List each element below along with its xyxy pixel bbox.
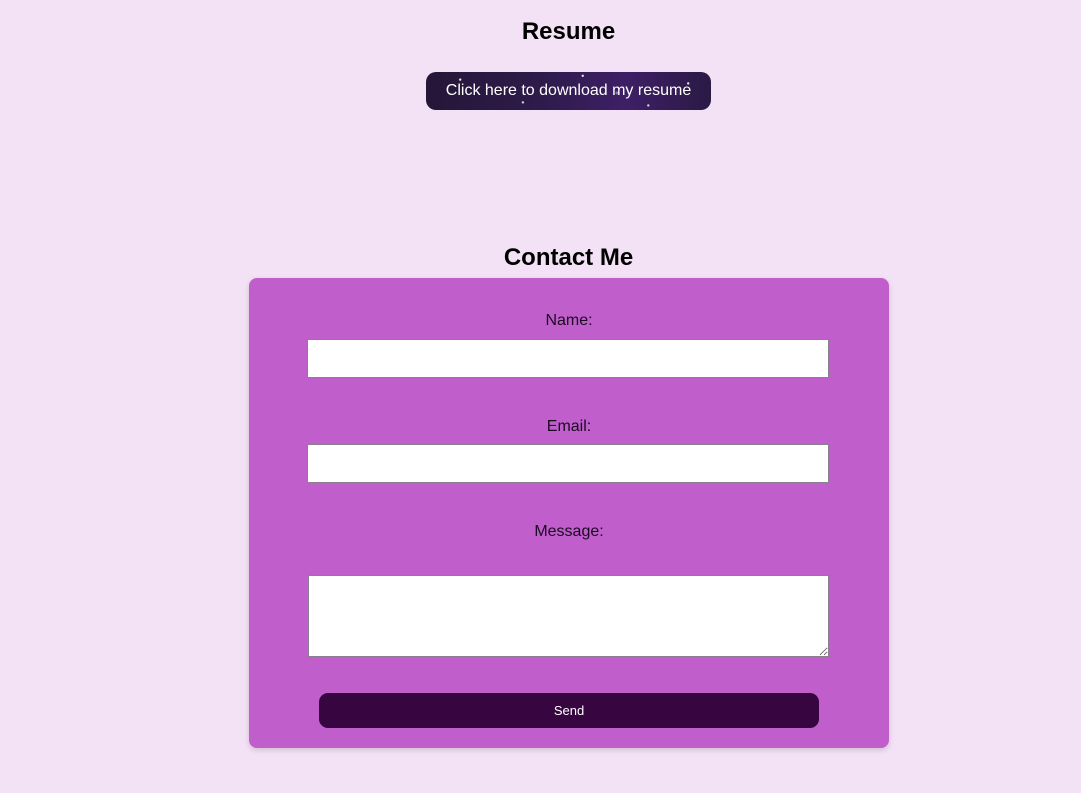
name-label: Name: bbox=[545, 312, 593, 329]
message-label: Message: bbox=[534, 523, 604, 540]
resume-heading: Resume bbox=[521, 18, 616, 45]
name-input[interactable] bbox=[307, 339, 829, 378]
send-button[interactable]: Send bbox=[319, 693, 819, 728]
contact-heading: Contact Me bbox=[503, 244, 634, 271]
email-input[interactable] bbox=[307, 444, 829, 483]
contact-form: Name: Email: Message: Send bbox=[249, 278, 889, 748]
email-label: Email: bbox=[546, 418, 592, 435]
message-textarea[interactable] bbox=[308, 575, 829, 657]
download-resume-button[interactable]: Click here to download my resume bbox=[426, 72, 711, 110]
page: Resume Click here to download my resume … bbox=[0, 0, 1081, 793]
